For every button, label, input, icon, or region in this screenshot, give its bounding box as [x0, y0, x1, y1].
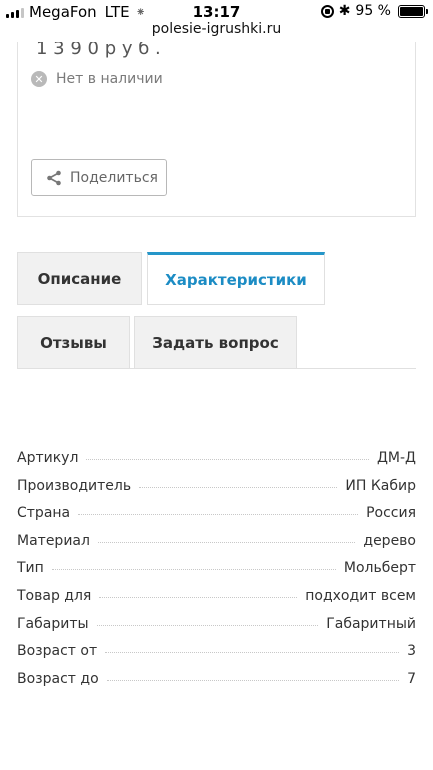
- spec-leader: [99, 596, 298, 598]
- stock-status-label: Нет в наличии: [56, 71, 163, 87]
- spec-row: Тип Мольберт: [17, 554, 416, 582]
- tab-label: Отзывы: [40, 333, 107, 352]
- spec-row: Материал дерево: [17, 527, 416, 555]
- spec-leader: [105, 651, 400, 653]
- battery-percent: 95 %: [355, 3, 391, 19]
- tab-description[interactable]: Описание: [17, 252, 142, 305]
- spec-key: Страна: [17, 505, 71, 521]
- status-right: ✱ 95 %: [320, 3, 428, 19]
- spec-key: Производитель: [17, 478, 132, 494]
- spec-key: Артикул: [17, 450, 79, 466]
- tab-label: Характеристики: [165, 270, 307, 289]
- share-icon: [47, 170, 61, 185]
- spec-key: Тип: [17, 560, 44, 576]
- tab-specifications[interactable]: Характеристики: [147, 252, 325, 305]
- spec-leader: [106, 679, 400, 681]
- page-url[interactable]: polesie-igrushki.ru: [0, 21, 433, 37]
- share-button[interactable]: Поделиться: [31, 159, 167, 196]
- spec-value: 3: [407, 643, 416, 659]
- spec-value: дерево: [363, 533, 416, 549]
- tabs-divider: [17, 368, 416, 369]
- spec-key: Габариты: [17, 616, 89, 632]
- spec-value: Габаритный: [326, 616, 416, 632]
- stock-status: ✕ Нет в наличии: [31, 71, 163, 87]
- battery-icon: [398, 4, 428, 18]
- spec-value: ИП Кабир: [345, 478, 416, 494]
- spec-leader: [96, 624, 319, 626]
- spec-value: Россия: [366, 505, 416, 521]
- status-bar: MegaFon LTE ⁕ 13:17 ✱ 95 % polesie-igrus…: [0, 0, 433, 42]
- spec-row: Возраст от 3: [17, 637, 416, 665]
- orientation-lock-icon: [320, 4, 334, 18]
- spec-value: Мольберт: [343, 560, 416, 576]
- spec-key: Возраст от: [17, 643, 98, 659]
- spec-key: Материал: [17, 533, 90, 549]
- spec-row: Возраст до 7: [17, 665, 416, 693]
- spec-row: Габариты Габаритный: [17, 610, 416, 638]
- spec-value: 7: [407, 671, 416, 687]
- spec-row: Товар для подходит всем: [17, 582, 416, 610]
- spec-row: Страна Россия: [17, 499, 416, 527]
- spec-leader: [51, 568, 336, 570]
- spec-leader: [97, 541, 356, 543]
- spec-row: Производитель ИП Кабир: [17, 472, 416, 500]
- tab-label: Описание: [37, 269, 122, 288]
- share-button-label: Поделиться: [70, 169, 158, 186]
- out-of-stock-icon: ✕: [31, 71, 47, 87]
- bluetooth-icon: ✱: [338, 3, 351, 19]
- spec-value: ДМ-Д: [376, 450, 416, 466]
- spec-value: подходит всем: [305, 588, 416, 604]
- spec-key: Возраст до: [17, 671, 99, 687]
- tab-reviews[interactable]: Отзывы: [17, 316, 130, 369]
- spec-row: Артикул ДМ-Д: [17, 444, 416, 472]
- tab-ask-question[interactable]: Задать вопрос: [134, 316, 297, 369]
- spec-leader: [78, 513, 359, 515]
- spec-key: Товар для: [17, 588, 92, 604]
- spec-leader: [86, 458, 369, 460]
- spec-leader: [139, 486, 338, 488]
- product-card: 1 3 9 0 р у б . ✕ Нет в наличии Поделить…: [17, 20, 416, 217]
- tab-label: Задать вопрос: [152, 333, 279, 352]
